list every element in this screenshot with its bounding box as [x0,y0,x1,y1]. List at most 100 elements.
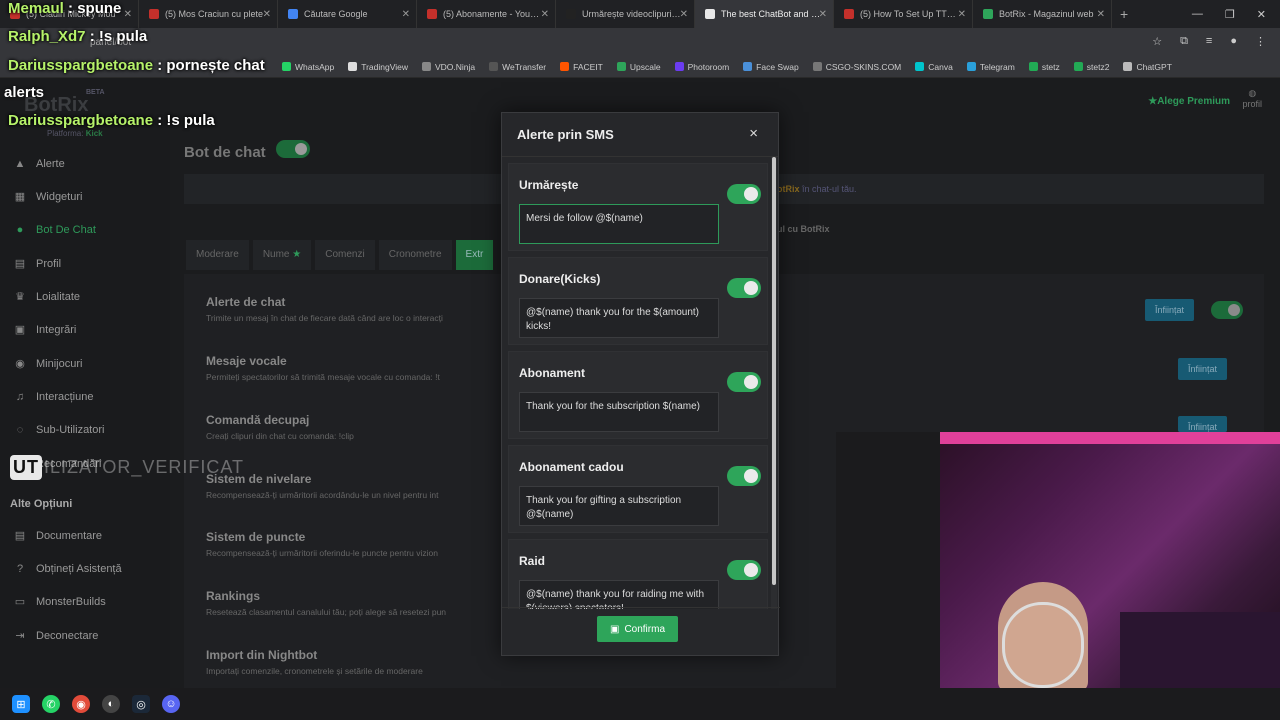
new-tab-button[interactable]: + [1112,6,1128,22]
discord-icon[interactable]: ☺ [162,695,180,713]
bookmark-star-icon[interactable]: ☆ [1152,35,1162,48]
modal-body[interactable]: Urmărește Mersi de follow @$(name) Donar… [502,157,780,609]
tab-title: (5) Mos Craciun cu plete [165,9,264,19]
bookmark-item[interactable]: TradingView [348,62,408,72]
sidebar-item[interactable]: ⇥ Deconectare [14,630,98,642]
premium-link[interactable]: ★Alege Premium [1148,96,1230,107]
alert-toggle[interactable] [727,466,761,486]
tab-close-icon[interactable]: ✕ [819,9,827,20]
sidebar-item[interactable]: ▤ Profil [14,258,61,270]
browser-tab[interactable]: (5) How To Set Up TTS O ✕ [834,0,973,28]
bookmark-icon [812,62,822,71]
profile-icon[interactable]: ● [1230,35,1237,48]
browser-tab[interactable]: BotRix - Magazinul web ✕ [973,0,1112,28]
sidebar-item[interactable]: ▦ Widgeturi [14,191,83,203]
close-icon[interactable]: × [749,125,758,142]
browser-tab[interactable]: (5) Abonamente - YouTub ✕ [417,0,556,28]
alert-message-field[interactable]: Mersi de follow @$(name) [519,204,719,244]
tab-close-icon[interactable]: ✕ [263,9,271,20]
alert-message-field[interactable]: Thank you for gifting a subscription @$(… [519,486,719,526]
bookmark-icon [966,62,976,71]
sidebar-item[interactable]: ♫ Interacțiune [14,391,94,403]
browser-tab[interactable]: Căutare Google ✕ [278,0,417,28]
tab-close-icon[interactable]: ✕ [541,9,549,20]
sidebar-item[interactable]: ♛ Loialitate [14,291,80,303]
bookmark-icon [282,62,291,71]
sidebar-item[interactable]: ▣ Integrări [14,324,77,336]
bookmark-item[interactable]: WhatsApp [282,62,334,72]
bookmark-item[interactable]: Canva [915,62,953,72]
obs-icon[interactable]: ◐ [102,695,120,713]
chat-username: Dariusspargbetoane [8,57,154,74]
alert-message-field[interactable]: @$(name) thank you for raiding me with $… [519,580,719,609]
bookmark-item[interactable]: stetz [1028,62,1060,72]
confirm-button[interactable]: ▣ Confirma [597,616,678,642]
restore-icon[interactable]: ❐ [1225,8,1235,21]
close-window-icon[interactable]: ✕ [1257,8,1266,21]
alert-toggle[interactable] [727,278,761,298]
sidebar-item[interactable]: ● Bot De Chat [14,224,96,236]
bookmark-item[interactable]: Face Swap [743,62,799,72]
infiintat-button-3[interactable]: Înființat [1178,416,1228,432]
bookmark-item[interactable]: WeTransfer [489,62,546,72]
alert-message-field[interactable]: @$(name) thank you for the $(amount) kic… [519,298,719,338]
tab-close-icon[interactable]: ✕ [1097,9,1105,20]
alert-message-field[interactable]: Thank you for the subscription $(name) [519,392,719,432]
browser-tab-bar: (5) Clădiri Mickey Mou ✕ (5) Mos Craciun c… [0,0,1280,28]
nav-icon: ▣ [14,324,26,336]
minimize-icon[interactable]: — [1192,8,1203,20]
whatsapp-icon[interactable]: ✆ [42,695,60,713]
feature-item: Mesaje vocale Permiteți spectatorilor să … [206,354,440,382]
nav-icon: ▦ [14,191,26,203]
browser-tab[interactable]: (5) Mos Craciun cu plete ✕ [139,0,278,28]
alert-toggle[interactable] [727,560,761,580]
browser-tab[interactable]: Urmărește videoclipuri pe ✕ [556,0,695,28]
chat-username: Memaul [8,0,64,17]
page-tab[interactable]: Moderare [186,240,249,270]
page-tab[interactable]: Cronometre [378,240,452,270]
feature-toggle[interactable] [1211,301,1243,319]
sidebar-item[interactable]: ▭ MonsterBuilds [14,596,106,608]
bookmark-item[interactable]: VDO.Ninja [422,62,475,72]
bookmark-item[interactable]: CSGO-SKINS.COM [812,62,901,72]
infiintat-button-2[interactable]: Înființat [1178,358,1228,380]
page-tab[interactable]: Comenzi [315,240,375,270]
sidebar-item[interactable]: ▲ Alerte [14,158,65,170]
bookmark-item[interactable]: Photoroom [674,62,729,72]
bot-toggle[interactable] [276,140,310,158]
steam-icon[interactable]: ◎ [132,695,150,713]
bookmark-item[interactable]: ChatGPT [1123,62,1172,72]
page-tab[interactable]: Extr [455,240,494,270]
page-tab[interactable]: Nume ★ [252,240,312,270]
tab-close-icon[interactable]: ✕ [680,9,688,20]
tab-close-icon[interactable]: ✕ [402,9,410,20]
media-icon[interactable]: ≡ [1206,35,1212,48]
menu-icon[interactable]: ⋮ [1255,35,1266,48]
feature-item: Import din Nightbot Importați comenzile, … [206,648,423,676]
sidebar-item[interactable]: ◉ Minijocuri [14,358,82,370]
sidebar-item[interactable]: ? Obțineți Asistență [14,563,122,575]
sidebar-item[interactable]: ◌ Sub-Utilizatori [14,424,105,436]
tab-close-icon[interactable]: ✕ [958,9,966,20]
bookmark-item[interactable]: Telegram [966,62,1015,72]
extensions-icon[interactable]: ⧉ [1180,35,1188,48]
feature-item: Rankings Resetează clasamentul canalului … [206,589,446,617]
alert-toggle[interactable] [727,184,761,204]
chrome-icon[interactable]: ◉ [72,695,90,713]
bookmark-item[interactable]: stetz2 [1073,62,1109,72]
webcam-feed [940,432,1280,688]
infiintat-button-1[interactable]: Înființat [1145,299,1195,321]
bookmark-item[interactable]: Upscale [616,62,661,72]
chat-message: Dariusspargbetoane : !s pula [8,112,215,129]
profile-link[interactable]: ◍ profil [1242,88,1262,109]
modal-header: Alerte prin SMS × [502,113,778,157]
tab-close-icon[interactable]: ✕ [124,9,132,20]
sidebar-item[interactable]: ▤ Documentare [14,530,102,542]
alert-label: Abonament cadou [519,460,624,474]
alert-toggle[interactable] [727,372,761,392]
modal-scrollbar[interactable] [771,157,777,609]
windows-start-icon[interactable]: ⊞ [12,695,30,713]
browser-tab[interactable]: The best ChatBot and Wi ✕ [695,0,834,28]
feature-item: Alerte de chat Trimite un mesaj în chat d… [206,295,443,323]
bookmark-item[interactable]: FACEIT [560,62,603,72]
